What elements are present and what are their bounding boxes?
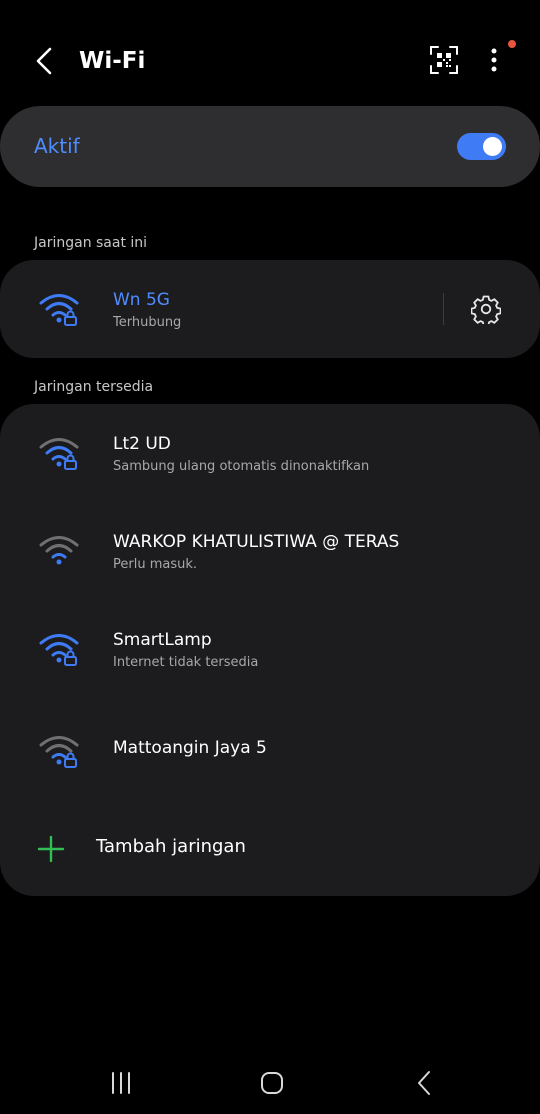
- wifi-lock-icon: [39, 294, 79, 326]
- app-header: Wi-Fi: [0, 0, 540, 120]
- network-settings-button[interactable]: [468, 291, 504, 327]
- home-icon: [261, 1072, 283, 1094]
- plus-icon: [37, 835, 65, 863]
- network-status: Internet tidak tersedia: [113, 655, 259, 670]
- network-name: Lt2 UD: [113, 434, 171, 454]
- recent-apps-button[interactable]: [101, 1063, 141, 1103]
- network-row-mattoangin[interactable]: Mattoangin Jaya 5: [0, 698, 540, 796]
- network-name: SmartLamp: [113, 630, 212, 650]
- wifi-lock-icon: [39, 438, 79, 470]
- switch-knob: [483, 137, 502, 156]
- network-status: Sambung ulang otomatis dinonaktifkan: [113, 459, 370, 474]
- more-vert-icon: [491, 48, 497, 72]
- wifi-icon: [39, 536, 79, 565]
- divider: [443, 293, 444, 325]
- network-status: Perlu masuk.: [113, 557, 198, 572]
- notification-dot: [508, 40, 516, 48]
- recent-apps-icon: [112, 1072, 130, 1094]
- network-row-warkop[interactable]: WARKOP KHATULISTIWA @ TERAS Perlu masuk.: [0, 502, 540, 600]
- qr-code-scan-icon: [430, 46, 458, 74]
- available-networks-section-label: Jaringan tersedia: [34, 379, 154, 395]
- more-options-button[interactable]: [478, 43, 510, 77]
- back-arrow-icon: [36, 47, 52, 75]
- network-row-smartlamp[interactable]: SmartLamp Internet tidak tersedia: [0, 600, 540, 698]
- wifi-status-label: Aktif: [34, 134, 80, 158]
- wifi-switch[interactable]: [457, 133, 506, 160]
- network-row-lt2-ud[interactable]: Lt2 UD Sambung ulang otomatis dinonaktif…: [0, 404, 540, 502]
- add-network-row[interactable]: [0, 818, 540, 878]
- current-network-section-label: Jaringan saat ini: [34, 235, 148, 251]
- back-button[interactable]: [28, 44, 60, 78]
- home-button[interactable]: [252, 1063, 292, 1103]
- back-icon: [418, 1071, 430, 1095]
- network-name: Wn 5G: [113, 290, 170, 310]
- network-name: Mattoangin Jaya 5: [113, 738, 267, 758]
- add-network-label: Tambah jaringan: [96, 836, 246, 857]
- gear-icon: [471, 295, 501, 324]
- current-network-row[interactable]: Wn 5G Terhubung: [0, 260, 540, 358]
- nav-back-button[interactable]: [404, 1063, 444, 1103]
- network-status: Terhubung: [113, 315, 182, 330]
- wifi-lock-icon: [39, 736, 79, 768]
- network-name: WARKOP KHATULISTIWA @ TERAS: [113, 532, 400, 552]
- qr-scan-button[interactable]: [427, 43, 461, 77]
- wifi-lock-icon: [39, 634, 79, 666]
- page-title: Wi-Fi: [79, 48, 146, 74]
